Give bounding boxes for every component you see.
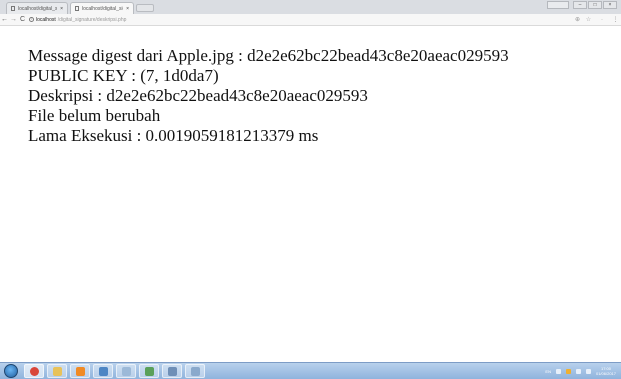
back-button[interactable]: ← — [0, 16, 9, 23]
description-line: Deskripsi : d2e2e62bc22bead43c8e20aeac02… — [28, 86, 368, 105]
address-bar[interactable]: i localhost/digital_signature/deskripsi.… — [29, 15, 568, 24]
clock-date: 01/06/2017 — [595, 371, 616, 376]
url-host: localhost — [36, 16, 56, 23]
taskbar-items — [24, 364, 208, 378]
bookmark-star-icon[interactable]: ☆ — [583, 16, 594, 23]
start-button[interactable] — [4, 364, 18, 378]
tab-title: localhost/digital_signat — [18, 5, 58, 12]
media-icon — [98, 366, 108, 376]
taskbar-item[interactable] — [93, 364, 113, 378]
browser-titlebar: localhost/digital_signat × localhost/dig… — [0, 0, 621, 14]
window-controls: – □ × — [547, 1, 617, 9]
folder-icon — [52, 366, 62, 376]
taskbar-item[interactable] — [116, 364, 136, 378]
window-icon — [190, 366, 200, 376]
tab-title: localhost/digital_signat — [82, 5, 123, 12]
taskbar-item[interactable] — [139, 364, 159, 378]
new-tab-button[interactable] — [136, 4, 154, 12]
taskbar-item[interactable] — [70, 364, 90, 378]
tab-2[interactable]: localhost/digital_signat × — [70, 2, 134, 14]
url-path: /digital_signature/deskripsi.php — [57, 16, 127, 23]
system-tray: EN 17:00 01/06/2017 — [545, 366, 621, 376]
language-indicator[interactable]: EN — [545, 369, 551, 374]
volume-icon[interactable] — [585, 368, 591, 374]
tab-1[interactable]: localhost/digital_signat × — [6, 2, 68, 14]
browser-toolbar: ← → C i localhost/digital_signature/desk… — [0, 14, 621, 26]
calculator-icon — [167, 366, 177, 376]
taskbar-item[interactable] — [47, 364, 67, 378]
zoom-icon[interactable]: ⊕ — [572, 16, 583, 23]
extension-icon[interactable]: · — [594, 17, 610, 23]
info-icon[interactable]: i — [29, 17, 34, 22]
network-icon — [121, 366, 131, 376]
menu-icon[interactable]: ⋮ — [610, 16, 621, 23]
network-status-icon[interactable] — [575, 368, 581, 374]
minimize-button[interactable]: – — [573, 1, 587, 9]
taskbar: EN 17:00 01/06/2017 — [0, 362, 621, 379]
execution-time-line: Lama Eksekusi : 0.0019059181213379 ms — [28, 126, 319, 145]
clock[interactable]: 17:00 01/06/2017 — [596, 366, 616, 376]
reload-button[interactable]: C — [18, 16, 27, 23]
page-content: Message digest dari Apple.jpg : d2e2e62b… — [28, 46, 509, 146]
tab-close-icon[interactable]: × — [126, 6, 129, 12]
document-icon — [75, 6, 79, 11]
taskbar-item[interactable] — [162, 364, 182, 378]
forward-button[interactable]: → — [9, 16, 18, 23]
tray-arrow-icon[interactable] — [555, 368, 561, 374]
profile-button[interactable] — [547, 1, 569, 9]
tray-app-icon[interactable] — [565, 368, 571, 374]
chrome-icon — [29, 366, 39, 376]
document-icon — [11, 6, 15, 11]
close-window-button[interactable]: × — [603, 1, 617, 9]
public-key-line: PUBLIC KEY : (7, 1d0da7) — [28, 66, 219, 85]
taskbar-item[interactable] — [24, 364, 44, 378]
app-icon — [75, 366, 85, 376]
paint-icon — [144, 366, 154, 376]
file-status-line: File belum berubah — [28, 106, 161, 125]
maximize-button[interactable]: □ — [588, 1, 602, 9]
tab-close-icon[interactable]: × — [60, 6, 63, 12]
taskbar-item[interactable] — [185, 364, 205, 378]
message-digest-line: Message digest dari Apple.jpg : d2e2e62b… — [28, 46, 509, 65]
